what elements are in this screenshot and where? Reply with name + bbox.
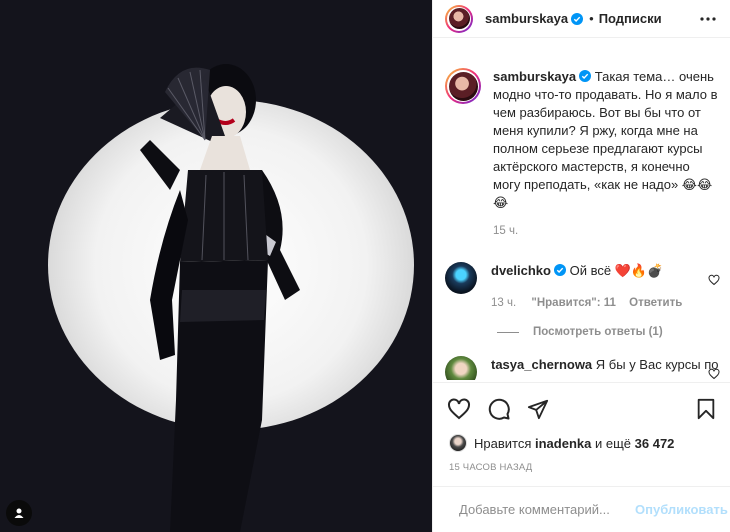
comment-author[interactable]: tasya_chernowa [491, 357, 592, 372]
comment-author[interactable]: dvelichko [491, 263, 551, 278]
tagged-users-icon[interactable] [6, 500, 32, 526]
likes-prefix: Нравится [474, 435, 532, 451]
post-photo[interactable] [0, 0, 432, 532]
view-replies-label: Посмотреть ответы (1) [533, 326, 663, 338]
caption-author[interactable]: samburskaya [493, 69, 576, 84]
likes-middle: и ещё [594, 435, 632, 451]
comment: tasya_chernowa Я бы у Вас курсы по ответ… [445, 356, 720, 380]
reply-button[interactable]: Ответить [629, 297, 682, 309]
heart-icon[interactable] [447, 397, 471, 421]
verified-icon [579, 70, 592, 82]
comment-icon[interactable] [487, 397, 511, 421]
comment: dvelichko Ой всё ❤️🔥💣 13 ч. "Нравится": … [445, 262, 720, 312]
share-icon[interactable] [527, 398, 549, 420]
following-button[interactable]: Подписки [599, 11, 662, 26]
comment-input[interactable] [459, 502, 635, 517]
likes-summary[interactable]: Нравится inadenka и ещё 36 472 [449, 434, 674, 452]
caption-text: Такая тема… очень модно что-то продавать… [493, 69, 718, 210]
more-icon[interactable] [698, 9, 718, 29]
commenter-avatar[interactable] [445, 356, 477, 380]
liker-username[interactable]: inadenka [535, 436, 591, 451]
commenter-avatar[interactable] [445, 262, 477, 294]
post-header: samburskaya • Подписки [433, 0, 730, 38]
woman-figure [140, 64, 300, 532]
author-avatar[interactable] [445, 68, 481, 104]
replies-divider [497, 331, 519, 333]
verified-icon [553, 264, 566, 276]
publish-button[interactable]: Опубликовать [635, 502, 728, 517]
divider [433, 382, 730, 383]
caption-time[interactable]: 15 ч. [493, 225, 518, 237]
add-comment-bar: Опубликовать [433, 486, 730, 532]
action-bar [447, 396, 716, 422]
likes-count[interactable]: 36 472 [635, 436, 675, 451]
post-panel: samburskaya • Подписки samburskaya Такая… [432, 0, 730, 532]
post-time-ago[interactable]: 15 ЧАСОВ НАЗАД [449, 462, 532, 473]
comment-time[interactable]: 13 ч. [491, 297, 516, 309]
heart-icon[interactable] [708, 274, 720, 286]
separator: • [589, 11, 594, 26]
view-replies-button[interactable]: Посмотреть ответы (1) [497, 326, 720, 338]
comment-likes[interactable]: "Нравится": 11 [531, 297, 616, 309]
author-username[interactable]: samburskaya [485, 11, 568, 26]
comments-list[interactable]: samburskaya Такая тема… очень модно что-… [445, 52, 720, 380]
author-avatar[interactable] [445, 4, 473, 33]
comment-text: Ой всё ❤️🔥💣 [569, 263, 664, 278]
caption: samburskaya Такая тема… очень модно что-… [445, 68, 720, 240]
verified-icon [571, 12, 584, 25]
bookmark-icon[interactable] [696, 398, 716, 420]
heart-icon[interactable] [708, 368, 720, 380]
liker-avatar [449, 434, 467, 452]
